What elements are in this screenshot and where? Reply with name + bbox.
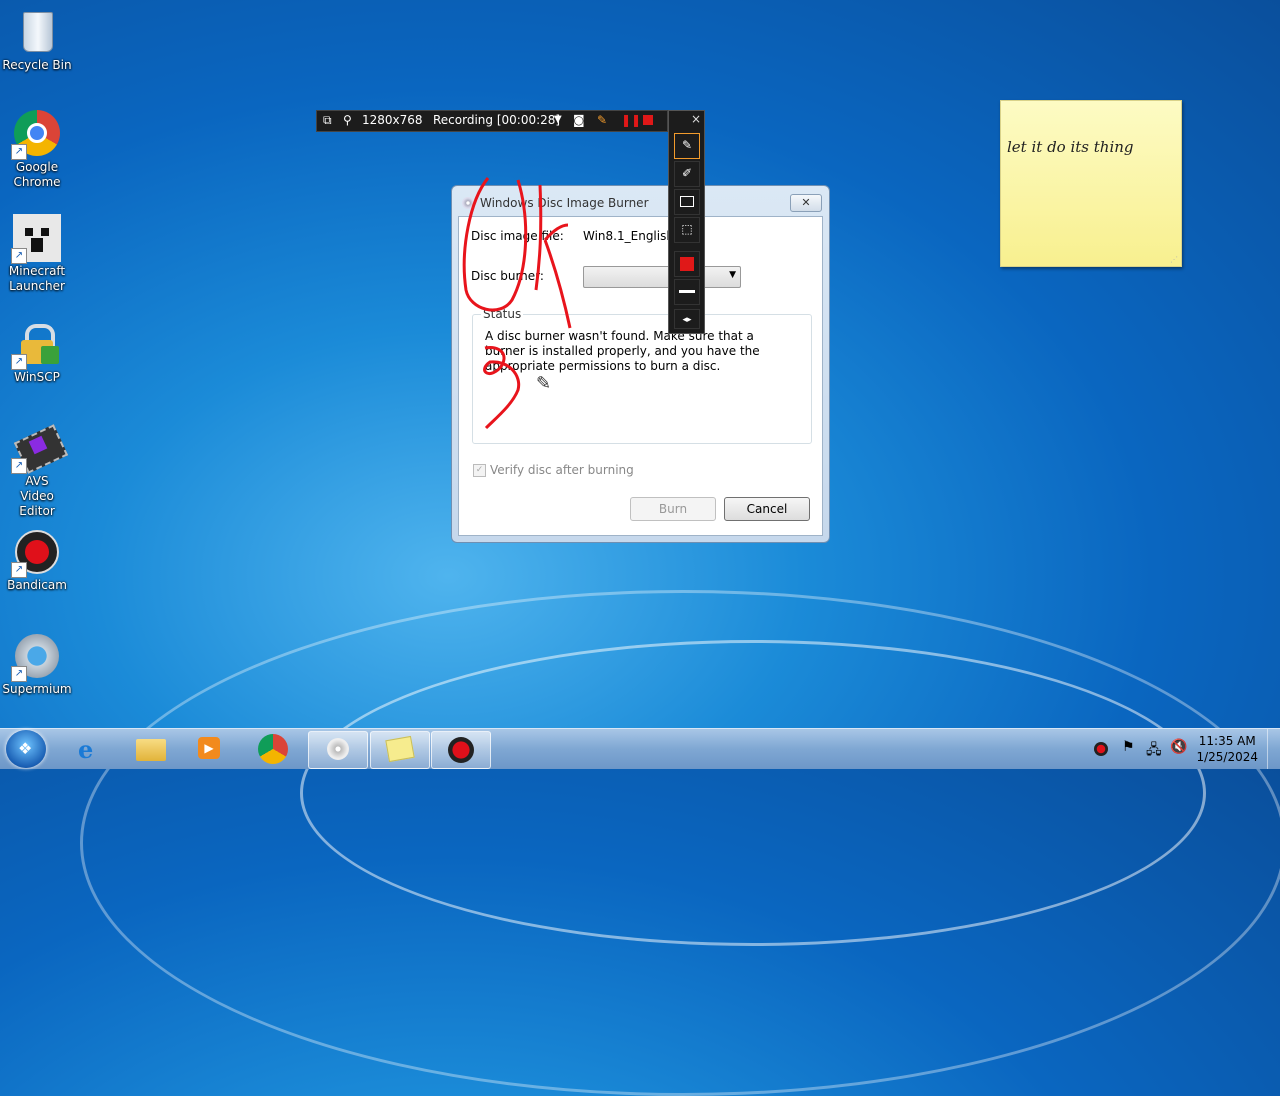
volume-muted-icon[interactable]: 🔇 bbox=[1170, 739, 1187, 755]
record-tray-icon[interactable] bbox=[1094, 742, 1108, 756]
action-center-flag-icon[interactable]: ⚑ bbox=[1122, 739, 1135, 755]
start-button[interactable]: ❖ bbox=[6, 730, 46, 768]
taskbar-media-player[interactable]: ▶ bbox=[182, 731, 240, 767]
show-desktop-button[interactable] bbox=[1267, 729, 1280, 769]
disc-icon bbox=[327, 738, 349, 760]
pen-cursor-icon: ✎ bbox=[536, 373, 552, 394]
network-icon[interactable]: 🖧 bbox=[1146, 739, 1162, 763]
clock-time: 11:35 AM bbox=[1198, 734, 1256, 748]
internet-explorer-icon: e bbox=[78, 735, 94, 764]
bandicam-icon bbox=[448, 737, 474, 763]
taskbar-sticky-notes[interactable] bbox=[370, 731, 430, 769]
annotation-stroke bbox=[483, 345, 521, 430]
taskbar-file-explorer[interactable] bbox=[122, 731, 180, 767]
pen-annotations bbox=[462, 177, 572, 430]
taskbar-chrome[interactable] bbox=[244, 731, 302, 767]
annotation-stroke bbox=[543, 223, 572, 329]
sticky-notes-icon bbox=[385, 735, 415, 763]
taskbar-bandicam[interactable] bbox=[431, 731, 491, 769]
clock-date: 1/25/2024 bbox=[1196, 750, 1258, 764]
system-clock[interactable]: 11:35 AM 1/25/2024 bbox=[1196, 733, 1258, 765]
chrome-icon bbox=[258, 734, 288, 764]
annotation-stroke bbox=[462, 177, 528, 312]
folder-icon bbox=[136, 739, 166, 761]
taskbar-internet-explorer[interactable]: e bbox=[62, 731, 120, 767]
taskbar-disc-burner[interactable] bbox=[308, 731, 368, 769]
media-player-icon: ▶ bbox=[198, 737, 220, 759]
windows-logo-icon: ❖ bbox=[18, 739, 33, 758]
taskbar: ❖ e ▶ ⚑ 🖧 🔇 11:35 AM 1/25/2024 bbox=[0, 728, 1280, 769]
annotation-stroke bbox=[534, 184, 543, 291]
